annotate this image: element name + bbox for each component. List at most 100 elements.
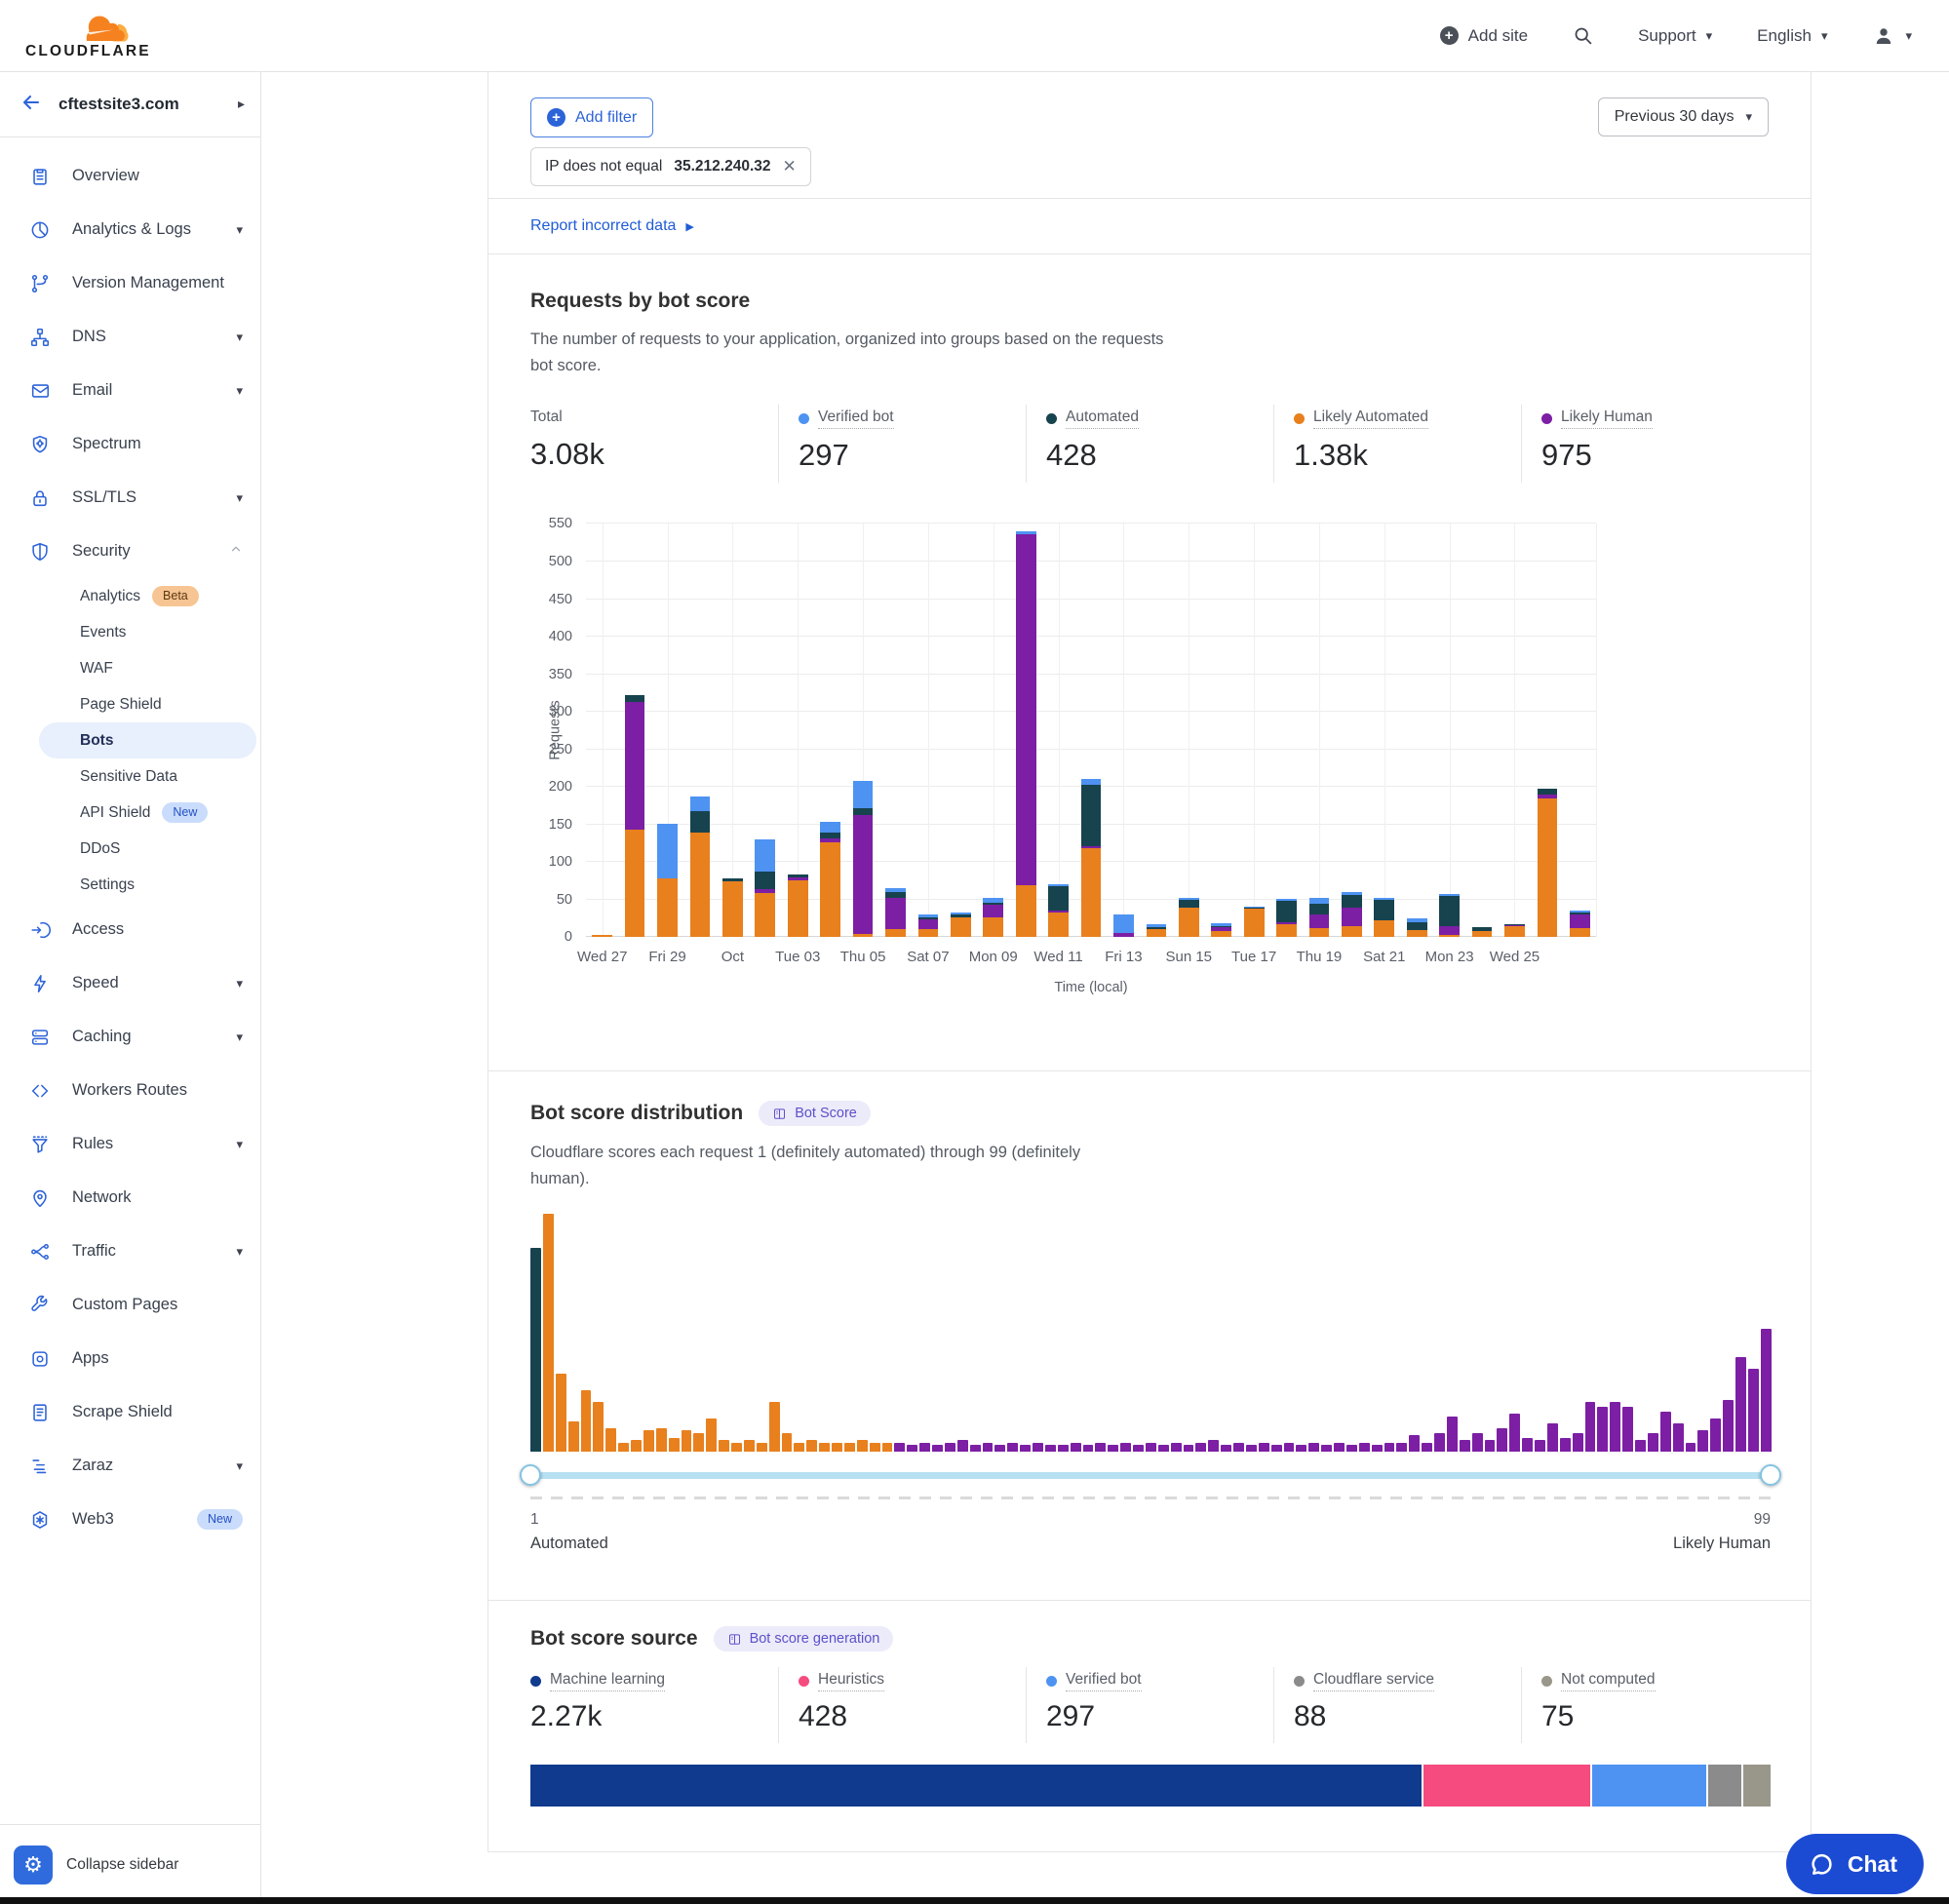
chevron-down-icon [236,220,243,239]
histogram-bar-score-98 [1748,1369,1759,1452]
sidebar-item-workers-routes[interactable]: Workers Routes [0,1064,260,1117]
sidebar-subitem-ddos[interactable]: DDoS [0,831,260,867]
gear-icon[interactable]: ⚙ [14,1846,53,1885]
stat-label-text[interactable]: Verified bot [1066,1671,1142,1691]
add-filter-button[interactable]: Add filter [530,97,653,137]
chevron-down-icon [236,1457,243,1475]
date-range-dropdown[interactable]: Previous 30 days [1598,97,1769,136]
legend-dot-icon [1541,1676,1552,1687]
stat-label-text[interactable]: Likely Human [1561,408,1653,429]
sidebar-item-zaraz[interactable]: Zaraz [0,1439,260,1493]
histogram-bar-score-99 [1761,1329,1772,1453]
sidebar-subitem-settings[interactable]: Settings [0,867,260,903]
sidebar-item-caching[interactable]: Caching [0,1010,260,1064]
site-name[interactable]: cftestsite3.com [58,95,222,114]
stat-label-text[interactable]: Machine learning [550,1671,665,1691]
histogram-bar-score-78 [1497,1428,1507,1452]
remove-filter-icon[interactable]: ✕ [783,157,797,176]
sidebar-subitem-waf[interactable]: WAF [0,650,260,686]
stat-label-text: Total [530,408,563,428]
sidebar-item-dns[interactable]: DNS [0,310,260,364]
cloudflare-logo[interactable]: CLOUDFLARE [25,13,151,59]
sidebar-item-overview[interactable]: Overview [0,149,260,203]
stat-label-text[interactable]: Not computed [1561,1671,1656,1691]
search-icon[interactable] [1573,25,1593,46]
x-tick-label: Sat 21 [1363,949,1405,965]
bar-day-2 [618,524,650,937]
source-segment-heuristics [1422,1765,1589,1807]
histogram-bar-score-9 [631,1440,642,1452]
chevron-right-icon[interactable] [238,96,245,113]
histogram-bar-score-3 [556,1374,566,1453]
sidebar-subitem-api-shield[interactable]: API ShieldNew [0,795,260,831]
stat-label-text[interactable]: Verified bot [818,408,894,429]
account-menu[interactable] [1872,24,1912,48]
x-tick-label: Tue 03 [775,949,820,965]
sidebar-item-scrape-shield[interactable]: Scrape Shield [0,1385,260,1439]
sidebar-item-spectrum[interactable]: Spectrum [0,417,260,471]
histogram-bar-score-90 [1648,1433,1658,1453]
stat-cloudflare-service: Cloudflare service88 [1273,1667,1521,1743]
sidebar-item-version-management[interactable]: Version Management [0,256,260,310]
y-tick-label: 150 [549,817,572,833]
sidebar-item-ssl-tls[interactable]: SSL/TLS [0,471,260,525]
bar-segment-automated [1081,785,1102,846]
sidebar-item-traffic[interactable]: Traffic [0,1224,260,1278]
histogram-bar-score-84 [1573,1433,1583,1453]
sidebar-item-network[interactable]: Network [0,1171,260,1224]
sidebar-item-access[interactable]: Access [0,903,260,956]
histogram-bar-score-82 [1547,1423,1558,1452]
histogram-bar-score-80 [1522,1438,1533,1453]
language-menu[interactable]: English [1757,26,1827,46]
stat-label-text[interactable]: Likely Automated [1313,408,1428,429]
bot-score-doc-badge[interactable]: Bot Score [759,1101,871,1126]
histogram-bar-score-13 [682,1430,692,1452]
bar-day-8 [814,524,846,937]
stat-label-text[interactable]: Heuristics [818,1671,884,1691]
histogram-bar-score-87 [1610,1402,1620,1452]
bar-segment-automated [1309,904,1330,915]
histogram-bar-score-81 [1535,1440,1545,1452]
chat-button[interactable]: Chat [1786,1834,1924,1894]
sidebar-subitem-bots[interactable]: Bots [39,722,256,758]
stat-value: 428 [1046,438,1264,473]
histogram-bar-score-16 [719,1440,729,1452]
sidebar-item-analytics-logs[interactable]: Analytics & Logs [0,203,260,256]
histogram-bar-score-69 [1384,1443,1395,1453]
sidebar-subitem-sensitive-data[interactable]: Sensitive Data [0,758,260,795]
map-pin-icon [29,1187,51,1209]
document-icon [29,1402,51,1423]
sidebar-item-security[interactable]: Security [0,525,260,578]
sidebar-item-speed[interactable]: Speed [0,956,260,1010]
sidebar-item-custom-pages[interactable]: Custom Pages [0,1278,260,1332]
section-title: Bot score distribution [530,1102,743,1125]
add-site-button[interactable]: Add site [1440,26,1528,46]
sidebar-item-web3[interactable]: Web3New [0,1493,260,1546]
bar-segment-likely-automated [1048,913,1069,937]
sidebar-item-apps[interactable]: Apps [0,1332,260,1385]
bar-segment-likely-automated [690,833,711,938]
filter-chip-field: IP does not equal [545,158,662,175]
chevron-down-icon [236,1242,243,1261]
sidebar-subitem-analytics[interactable]: AnalyticsBeta [0,578,260,614]
slider-handle-min[interactable] [520,1464,541,1486]
legend-dot-icon [1294,413,1305,424]
sidebar-subitem-page-shield[interactable]: Page Shield [0,686,260,722]
stat-label-text[interactable]: Automated [1066,408,1139,429]
bar-day-17 [1108,524,1140,937]
bar-day-9 [846,524,878,937]
bot-score-generation-doc-badge[interactable]: Bot score generation [714,1626,894,1651]
sidebar-item-email[interactable]: Email [0,364,260,417]
stat-label-text[interactable]: Cloudflare service [1313,1671,1434,1691]
slider-handle-max[interactable] [1760,1464,1781,1486]
x-tick-label: Oct [721,949,744,965]
back-arrow-icon[interactable] [19,91,43,119]
report-incorrect-data-link[interactable]: Report incorrect data [530,217,694,235]
clipboard-icon [29,166,51,187]
sidebar-subitem-events[interactable]: Events [0,614,260,650]
sidebar-item-rules[interactable]: Rules [0,1117,260,1171]
bar-day-5 [717,524,749,937]
collapse-sidebar-label[interactable]: Collapse sidebar [66,1856,178,1874]
support-menu[interactable]: Support [1638,26,1712,46]
slider-track[interactable] [530,1472,1771,1479]
